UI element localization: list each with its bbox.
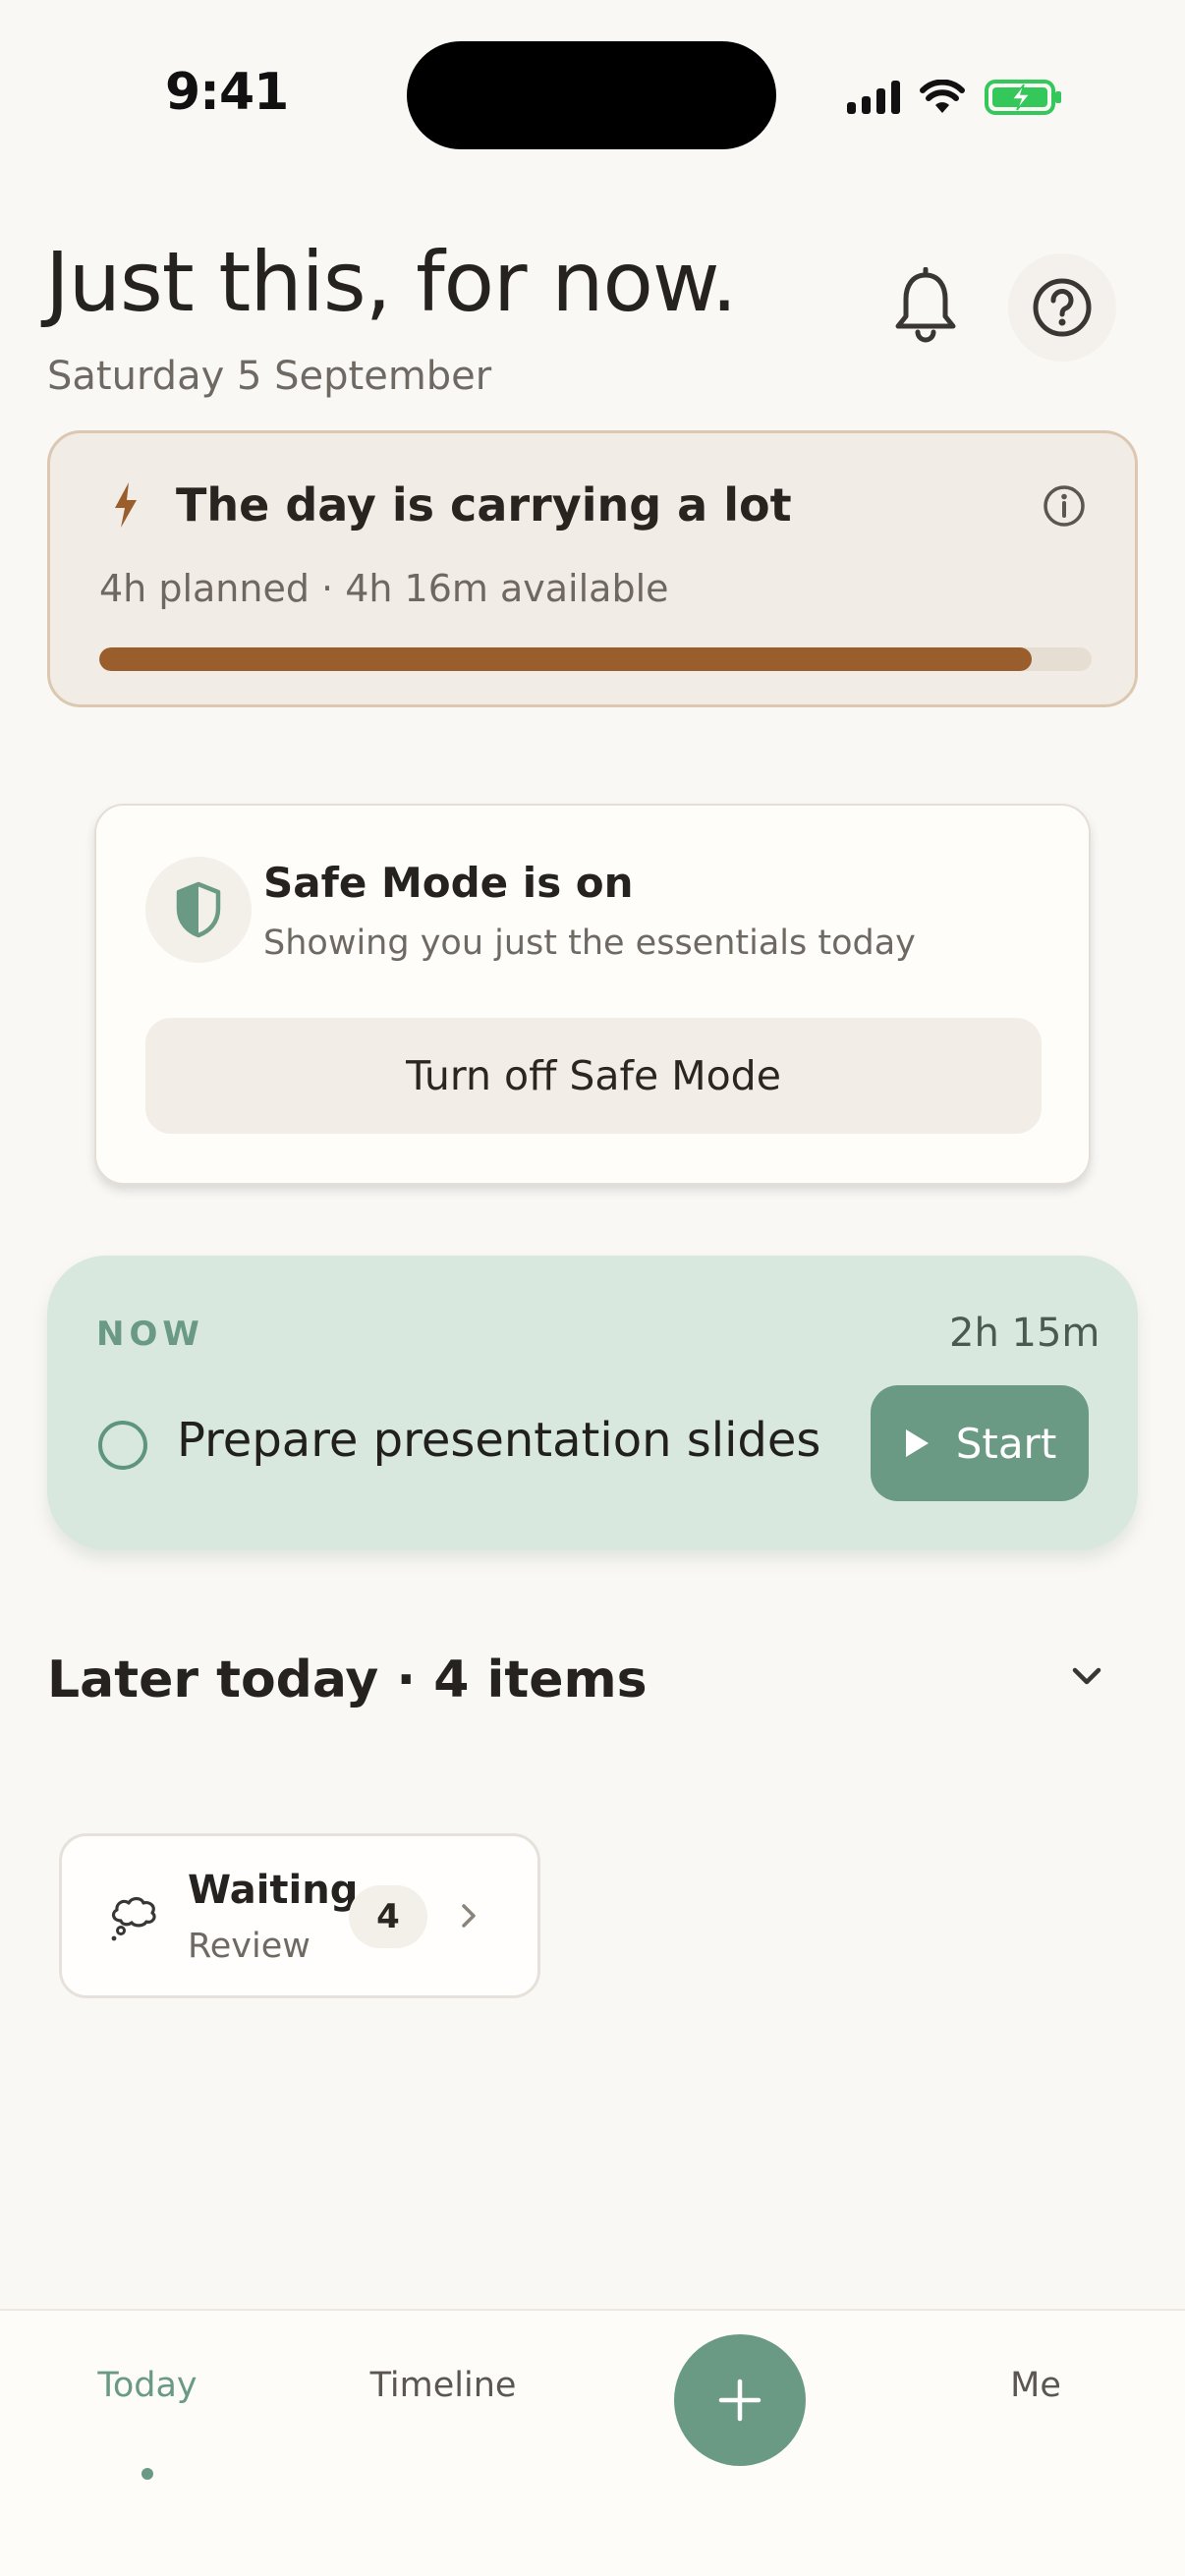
active-tab-indicator (141, 2468, 153, 2480)
now-task-title: Prepare presentation slides (177, 1413, 821, 1468)
now-duration: 2h 15m (949, 1311, 1100, 1356)
safe-mode-subtitle: Showing you just the essentials today (263, 924, 916, 963)
load-subtitle: 4h planned · 4h 16m available (99, 567, 669, 610)
tab-me[interactable]: Me (1010, 2366, 1061, 2405)
info-icon[interactable] (1043, 484, 1086, 528)
day-load-card[interactable]: The day is carrying a lot 4h planned · 4… (47, 430, 1138, 707)
tab-today[interactable]: Today (97, 2366, 197, 2405)
waiting-subtitle: Review (188, 1927, 310, 1966)
chevron-down-icon[interactable] (1069, 1664, 1104, 1688)
later-today-header[interactable]: Later today · 4 items (47, 1651, 648, 1709)
dynamic-island (407, 41, 776, 149)
help-icon[interactable] (1008, 253, 1116, 362)
safe-mode-title: Safe Mode is on (263, 859, 634, 907)
waiting-card[interactable]: Waiting Review 4 (59, 1833, 540, 1998)
tab-timeline[interactable]: Timeline (370, 2366, 517, 2405)
start-button[interactable]: Start (871, 1385, 1089, 1501)
now-card: NOW 2h 15m Prepare presentation slides S… (47, 1256, 1138, 1550)
play-icon (905, 1429, 929, 1457)
chevron-right-icon (462, 1904, 476, 1928)
safe-mode-card: Safe Mode is on Showing you just the ess… (94, 804, 1091, 1185)
turn-off-safe-mode-button[interactable]: Turn off Safe Mode (145, 1018, 1042, 1134)
plus-icon (718, 2379, 762, 2422)
waiting-title: Waiting (188, 1868, 359, 1913)
status-time: 9:41 (165, 63, 289, 122)
status-icons (847, 73, 1063, 122)
start-button-label: Start (955, 1419, 1057, 1468)
thought-cloud-icon (111, 1896, 156, 1941)
battery-charging-icon (985, 80, 1061, 115)
bolt-icon (115, 482, 137, 528)
page-title: Just this, for now. (45, 234, 738, 330)
load-progress-fill (99, 647, 1033, 671)
load-progress-bar (99, 647, 1092, 671)
shield-icon (145, 857, 252, 963)
add-button[interactable] (674, 2334, 806, 2466)
now-label: NOW (96, 1315, 204, 1354)
waiting-count-badge: 4 (349, 1885, 427, 1948)
bell-icon[interactable] (888, 266, 963, 346)
cellular-signal-icon (847, 81, 900, 114)
task-checkbox[interactable] (98, 1421, 147, 1470)
tab-bar: Today Timeline Me (0, 2309, 1185, 2576)
wifi-icon (920, 80, 965, 113)
page-date: Saturday 5 September (47, 354, 492, 399)
load-title: The day is carrying a lot (176, 478, 792, 532)
